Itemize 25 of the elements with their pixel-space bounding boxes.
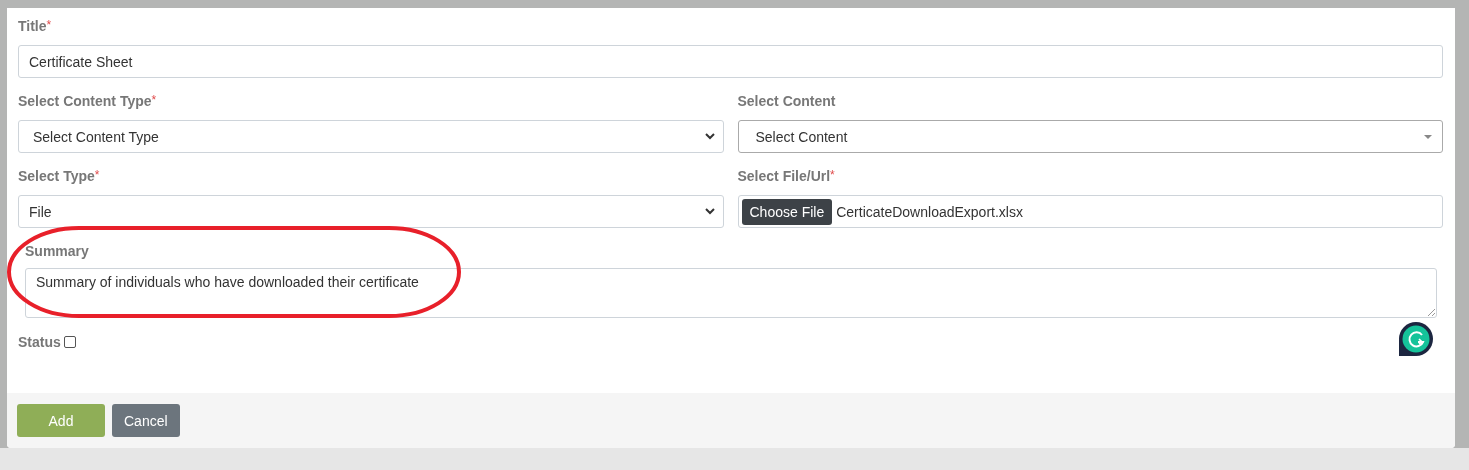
content-select[interactable]: Select Content <box>737 120 1443 153</box>
required-asterisk: * <box>94 168 100 182</box>
content-type-select[interactable]: Select Content Type <box>18 120 724 153</box>
required-asterisk: * <box>151 93 157 107</box>
status-checkbox[interactable] <box>63 336 76 348</box>
type-select[interactable]: File <box>18 195 724 228</box>
resize-grip-icon <box>1427 308 1435 316</box>
caret-down-icon <box>1424 134 1432 139</box>
field-label: Summary <box>25 243 89 259</box>
summary-textarea[interactable]: Summary of individuals who have downloaded their certificate <box>25 268 1437 318</box>
grammarly-icon <box>1398 321 1434 357</box>
field-label: Select Type <box>18 168 95 184</box>
required-asterisk: * <box>46 18 52 32</box>
status-label: Status <box>18 334 61 350</box>
title-input[interactable]: Certificate Sheet <box>18 45 1443 78</box>
chevron-down-icon <box>704 133 715 140</box>
file-name: CerticateDownloadExport.xlsx <box>836 203 1023 220</box>
cancel-button[interactable]: Cancel <box>112 404 180 437</box>
required-asterisk: * <box>830 168 835 182</box>
choose-file-button[interactable]: Choose File <box>741 198 833 225</box>
field-label: Select File/Url <box>737 168 831 184</box>
chevron-down-icon <box>704 208 715 215</box>
field-label: Select Content <box>737 93 836 109</box>
field-label: Select Content Type <box>18 93 152 109</box>
field-label: Title <box>18 18 47 34</box>
